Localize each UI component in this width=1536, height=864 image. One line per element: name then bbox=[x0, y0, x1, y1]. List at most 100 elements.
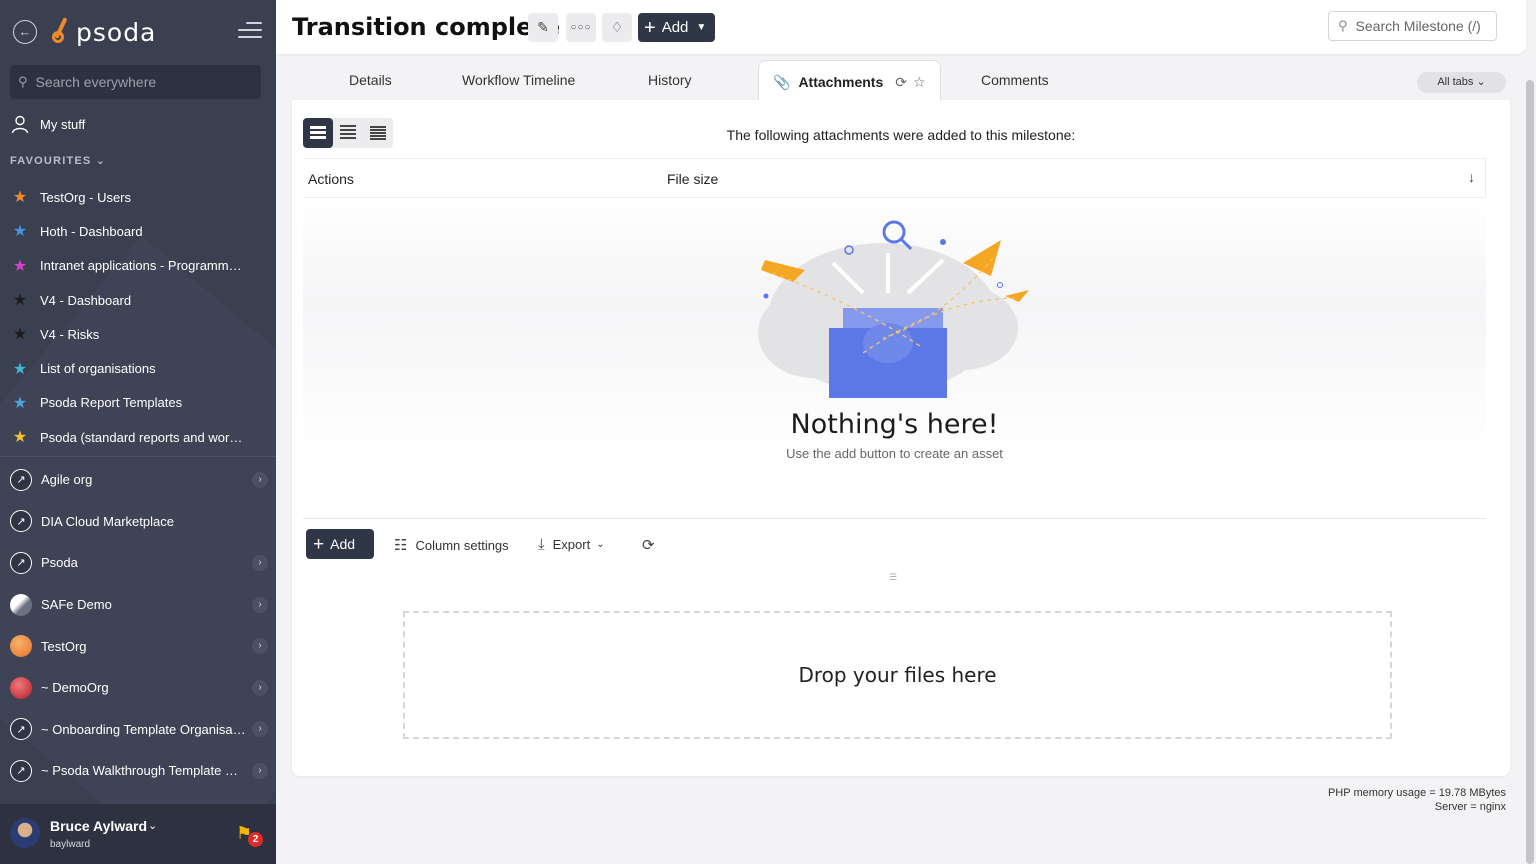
server-name: Server = nginx bbox=[1434, 801, 1506, 813]
tab-details[interactable]: Details bbox=[349, 72, 392, 88]
sidebar-divider bbox=[0, 456, 276, 457]
all-tabs-dropdown[interactable]: All tabs ⌄ bbox=[1417, 72, 1506, 93]
chevron-right-icon[interactable]: › bbox=[252, 762, 268, 779]
column-header-actions[interactable]: Actions bbox=[308, 171, 354, 187]
organisation-item[interactable]: ↗ ~ Psoda Walkthrough Template P… › bbox=[10, 750, 268, 792]
tag-button[interactable]: ♢ bbox=[602, 13, 632, 42]
favourite-item[interactable]: ★ Psoda Report Templates bbox=[10, 386, 260, 420]
sliders-icon: ☷ bbox=[394, 537, 408, 554]
tab-comments[interactable]: Comments bbox=[981, 72, 1049, 88]
header-add-button[interactable]: + Add ▼ bbox=[638, 13, 715, 42]
milestone-search-input[interactable] bbox=[1355, 18, 1491, 34]
add-attachment-label: Add bbox=[330, 536, 356, 552]
refresh-icon: ⟳ bbox=[642, 537, 655, 554]
org-avatar bbox=[10, 635, 32, 658]
rocket-icon: ↗ bbox=[10, 551, 32, 574]
organisation-label: Agile org bbox=[41, 472, 93, 488]
avatar[interactable] bbox=[10, 818, 40, 848]
sidebar-top: ← psoda bbox=[0, 12, 276, 52]
organisation-item[interactable]: ~ DemoOrg › bbox=[10, 667, 268, 709]
favourite-item[interactable]: ★ Intranet applications - Programme… bbox=[10, 249, 260, 283]
organisation-item[interactable]: TestOrg › bbox=[10, 625, 268, 667]
favourites-heading[interactable]: FAVOURITES ⌄ bbox=[10, 154, 106, 167]
rocket-icon: ↗ bbox=[10, 759, 32, 782]
sidebar: ← psoda ⚲ My stuff FAVOURITES ⌄ ★ TestOrg… bbox=[0, 0, 276, 864]
collapse-menu-icon[interactable] bbox=[238, 22, 262, 40]
star-icon: ★ bbox=[12, 223, 28, 241]
all-tabs-label: All tabs bbox=[1437, 76, 1474, 88]
page-title: Transition complete bbox=[292, 13, 561, 41]
refresh-icon[interactable]: ⟳ bbox=[895, 74, 907, 91]
chevron-right-icon[interactable]: › bbox=[252, 471, 268, 488]
psoda-logo[interactable]: psoda bbox=[50, 14, 156, 50]
organisation-item[interactable]: SAFe Demo › bbox=[10, 584, 268, 626]
search-icon: ⚲ bbox=[18, 74, 28, 89]
my-stuff-link[interactable]: My stuff bbox=[10, 114, 85, 134]
star-icon: ★ bbox=[12, 326, 28, 344]
server-info: PHP memory usage = 19.78 MBytes Server =… bbox=[1328, 786, 1506, 814]
chevron-right-icon[interactable]: › bbox=[252, 721, 268, 738]
edit-button[interactable]: ✎ bbox=[528, 13, 558, 42]
star-icon: ★ bbox=[12, 394, 28, 412]
tab-bar: Details Workflow Timeline History 📎 Atta… bbox=[292, 60, 1510, 101]
my-stuff-label: My stuff bbox=[40, 116, 86, 132]
favourite-item[interactable]: ★ V4 - Dashboard bbox=[10, 283, 260, 317]
search-icon: ⚲ bbox=[1338, 18, 1348, 33]
org-avatar bbox=[10, 676, 32, 699]
organisation-item[interactable]: ↗ ~ Onboarding Template Organisa… › bbox=[10, 709, 268, 751]
favourite-item[interactable]: ★ List of organisations bbox=[10, 351, 260, 385]
psoda-logo-mark-icon bbox=[50, 15, 74, 49]
column-header-file-size[interactable]: File size bbox=[667, 171, 718, 187]
more-options-button[interactable]: ○○○ bbox=[566, 13, 596, 42]
user-icon bbox=[11, 115, 29, 134]
plus-icon: + bbox=[313, 533, 325, 555]
organisation-label: DIA Cloud Marketplace bbox=[41, 513, 174, 529]
user-name[interactable]: Bruce Aylward bbox=[50, 818, 147, 834]
paperclip-icon: 📎 bbox=[773, 74, 791, 90]
chevron-down-icon: ⌄ bbox=[95, 155, 107, 167]
file-dropzone[interactable]: Drop your files here bbox=[403, 611, 1392, 739]
notifications-button[interactable]: ⚑ 2 bbox=[236, 823, 263, 847]
favourite-label: V4 - Risks bbox=[40, 326, 100, 342]
global-search-input[interactable] bbox=[35, 74, 246, 90]
favourite-label: Psoda Report Templates bbox=[40, 395, 183, 411]
export-button[interactable]: ⤓ Export ⌄ bbox=[538, 536, 605, 553]
favourite-item[interactable]: ★ Hoth - Dashboard bbox=[10, 214, 260, 248]
chevron-down-icon: ⌄ bbox=[1476, 76, 1486, 88]
organisation-item[interactable]: ↗ Agile org › bbox=[10, 459, 268, 501]
refresh-button[interactable]: ⟳ bbox=[642, 536, 663, 554]
tab-history[interactable]: History bbox=[648, 72, 692, 88]
chevron-right-icon[interactable]: › bbox=[252, 638, 268, 655]
star-icon[interactable]: ☆ bbox=[913, 74, 926, 91]
favourite-item[interactable]: ★ TestOrg - Users bbox=[10, 180, 260, 214]
tab-attachments[interactable]: 📎 Attachments ⟳ ☆ bbox=[758, 60, 941, 101]
favourite-label: TestOrg - Users bbox=[40, 189, 132, 205]
drag-handle-icon[interactable]: ☰ bbox=[889, 572, 897, 583]
organisation-item[interactable]: ↗ Psoda › bbox=[10, 542, 268, 584]
sort-arrow-icon[interactable]: ↓ bbox=[1468, 169, 1475, 185]
favourite-item[interactable]: ★ V4 - Risks bbox=[10, 317, 260, 351]
favourites-heading-label: FAVOURITES bbox=[10, 155, 92, 167]
organisation-label: ~ Onboarding Template Organisa… bbox=[41, 721, 246, 737]
tab-workflow-timeline[interactable]: Workflow Timeline bbox=[462, 72, 575, 88]
organisation-item[interactable]: ↗ DIA Cloud Marketplace bbox=[10, 501, 268, 543]
favourite-label: V4 - Dashboard bbox=[40, 292, 132, 308]
rocket-icon: ↗ bbox=[10, 718, 32, 741]
tag-icon: ♢ bbox=[610, 19, 624, 35]
organisation-label: ~ DemoOrg bbox=[41, 680, 109, 696]
user-panel[interactable]: Bruce Aylward ⌄ baylward bbox=[0, 804, 276, 864]
favourites-list: ★ TestOrg - Users ★ Hoth - Dashboard ★ Intran… bbox=[10, 180, 260, 454]
chevron-right-icon[interactable]: › bbox=[252, 679, 268, 696]
column-settings-button[interactable]: ☷ Column settings bbox=[394, 536, 509, 554]
add-attachment-button[interactable]: + Add bbox=[306, 529, 374, 559]
favourite-item[interactable]: ★ Psoda (standard reports and work… bbox=[10, 420, 260, 454]
attachments-description: The following attachments were added to … bbox=[726, 127, 1076, 143]
org-avatar bbox=[10, 593, 32, 616]
chevron-down-icon[interactable]: ⌄ bbox=[148, 819, 157, 832]
back-arrow-icon[interactable]: ← bbox=[13, 20, 37, 44]
chevron-right-icon[interactable]: › bbox=[252, 596, 268, 613]
user-handle: baylward bbox=[50, 839, 91, 850]
favourite-label: Intranet applications - Programme… bbox=[40, 258, 245, 274]
chevron-right-icon[interactable]: › bbox=[252, 554, 268, 571]
page-scrollbar[interactable] bbox=[1526, 80, 1534, 864]
